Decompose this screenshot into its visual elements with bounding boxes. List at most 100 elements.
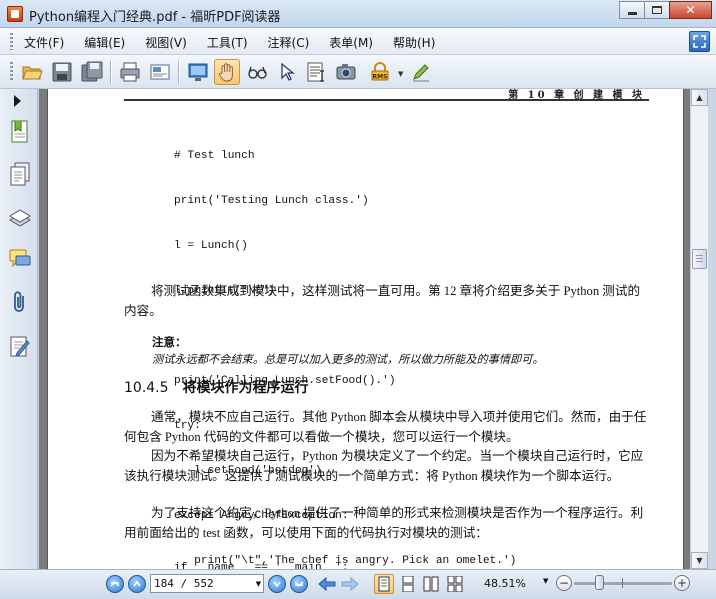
open-button[interactable]: [19, 59, 45, 85]
running-header-text: 第 10 章 创 建 模 块: [508, 90, 645, 101]
note-body: 测试永远都不会结束。总是可以加入更多的测试，所以做力所能及的事情即可。: [152, 353, 544, 366]
select-button[interactable]: [273, 59, 299, 85]
document-viewport[interactable]: 第 10 章 创 建 模 块 # Test lunch print('Testi…: [39, 89, 690, 569]
signatures-icon: [10, 336, 30, 357]
minimize-icon: [627, 11, 637, 15]
open-folder-icon: [22, 66, 43, 80]
single-page-icon: [378, 576, 390, 592]
hand-tool-button[interactable]: [214, 59, 240, 85]
scroll-up-button[interactable]: ▲: [691, 89, 708, 106]
section-heading: 10.4.5 将模块作为程序运行: [124, 377, 309, 397]
maximize-button[interactable]: [644, 1, 670, 19]
zoom-slider-tick: [622, 578, 623, 588]
first-page-button[interactable]: [106, 575, 124, 593]
facing-view-button[interactable]: [421, 574, 441, 594]
pages-panel-button[interactable]: [8, 161, 32, 187]
sidebar-expand-arrow-icon[interactable]: [14, 95, 21, 107]
sign-button[interactable]: [408, 59, 434, 85]
rms-button[interactable]: RMS: [367, 59, 393, 85]
last-page-button[interactable]: [290, 575, 308, 593]
zoom-in-button[interactable]: +: [674, 575, 690, 591]
continuous-view-button[interactable]: [398, 574, 418, 594]
plus-icon: +: [676, 576, 688, 590]
minimize-button[interactable]: [619, 1, 645, 19]
continuous-page-icon: [402, 576, 414, 592]
menu-help[interactable]: 帮助(H): [393, 34, 435, 51]
zoom-slider-thumb[interactable]: [595, 575, 605, 590]
close-button[interactable]: ✕: [669, 1, 712, 19]
continuous-facing-view-button[interactable]: [445, 574, 465, 594]
toolbar-separator: [110, 61, 111, 83]
screen-button[interactable]: [185, 59, 211, 85]
hand-tool-icon: [218, 63, 233, 82]
menu-edit[interactable]: 编辑(E): [84, 34, 125, 51]
attachments-panel-button[interactable]: [8, 289, 32, 315]
comments-icon: [9, 249, 31, 268]
signatures-panel-button[interactable]: [8, 333, 32, 359]
comments-panel-button[interactable]: [8, 246, 32, 272]
fullscreen-button[interactable]: [689, 31, 710, 52]
menu-comments[interactable]: 注释(C): [268, 34, 310, 51]
fullscreen-icon: [693, 35, 706, 48]
toolbar-grip[interactable]: [10, 62, 13, 82]
next-page-button[interactable]: [268, 575, 286, 593]
select-arrow-icon: [281, 62, 295, 81]
section-number: 10.4.5: [124, 380, 169, 396]
snapshot-button[interactable]: [333, 59, 359, 85]
menu-tools[interactable]: 工具(T): [207, 34, 248, 51]
email-button[interactable]: [147, 59, 173, 85]
save-icon: [52, 62, 72, 82]
scroll-up-icon: ▲: [696, 93, 703, 102]
save-button[interactable]: [49, 59, 75, 85]
first-page-icon: [110, 580, 120, 587]
main-toolbar: RMS ▼: [0, 55, 716, 89]
menu-forms[interactable]: 表单(M): [329, 34, 373, 51]
menu-view[interactable]: 视图(V): [145, 34, 187, 51]
navigation-sidebar: [0, 89, 38, 569]
loupe-button[interactable]: [244, 59, 270, 85]
running-header: 第 10 章 创 建 模 块: [124, 89, 649, 101]
previous-page-button[interactable]: [128, 575, 146, 593]
sign-pen-icon: [413, 64, 429, 82]
back-arrow-icon: [318, 576, 336, 592]
body-paragraph: 将测试函数集成到模块中，这样测试将一直可用。第 12 章将介绍更多关于 Pyth…: [124, 281, 649, 321]
rms-lock-icon: RMS: [371, 62, 389, 81]
paragraph-text: 通常，模块不应自己运行。其他 Python 脚本会从模块中导入项并使用它们。然而…: [124, 410, 647, 444]
magnifier-glasses-icon: [248, 66, 267, 79]
close-icon: ✕: [685, 3, 696, 17]
zoom-dropdown-arrow-icon[interactable]: ▼: [543, 577, 548, 585]
vertical-scrollbar[interactable]: ▲ ▼: [690, 89, 708, 569]
text-select-icon: [307, 62, 324, 82]
print-button[interactable]: [117, 59, 143, 85]
zoom-slider-track[interactable]: [574, 582, 672, 585]
save-as-button[interactable]: [79, 59, 105, 85]
zoom-level[interactable]: 48.51%: [484, 577, 526, 590]
paragraph-text: 因为不希望模块自己运行，Python 为模块定义了一个约定。当一个模块自己运行时…: [124, 449, 644, 483]
window-controls: ✕: [619, 1, 712, 19]
text-select-button[interactable]: [303, 59, 329, 85]
bookmarks-panel-button[interactable]: [8, 119, 32, 145]
menu-bar: 文件(F) 编辑(E) 视图(V) 工具(T) 注释(C) 表单(M) 帮助(H…: [0, 28, 716, 55]
scroll-down-button[interactable]: ▼: [691, 552, 708, 569]
snapshot-camera-icon: [336, 64, 356, 80]
single-page-view-button[interactable]: [374, 574, 394, 594]
screen-icon: [188, 63, 208, 81]
status-bar: 184 / 552 ▼ 48.51% ▼ − +: [0, 569, 716, 599]
layers-panel-button[interactable]: [8, 204, 32, 230]
menu-file[interactable]: 文件(F): [24, 34, 64, 51]
previous-view-button[interactable]: [318, 575, 336, 593]
scrollbar-thumb[interactable]: [692, 249, 707, 269]
page-number-input[interactable]: 184 / 552: [150, 574, 264, 593]
window-right-border: [708, 89, 716, 569]
title-bar: Python编程入门经典.pdf - 福昕PDF阅读器 ✕: [0, 0, 716, 28]
page-dropdown-arrow-icon[interactable]: ▼: [253, 575, 264, 592]
pages-icon: [10, 162, 30, 186]
last-page-icon: [294, 581, 304, 588]
rms-dropdown-arrow-icon[interactable]: ▼: [398, 70, 403, 78]
next-view-button[interactable]: [341, 575, 359, 593]
facing-pages-icon: [423, 576, 439, 592]
menu-grip[interactable]: [10, 33, 13, 50]
attachments-icon: [14, 291, 24, 312]
zoom-out-button[interactable]: −: [556, 575, 572, 591]
